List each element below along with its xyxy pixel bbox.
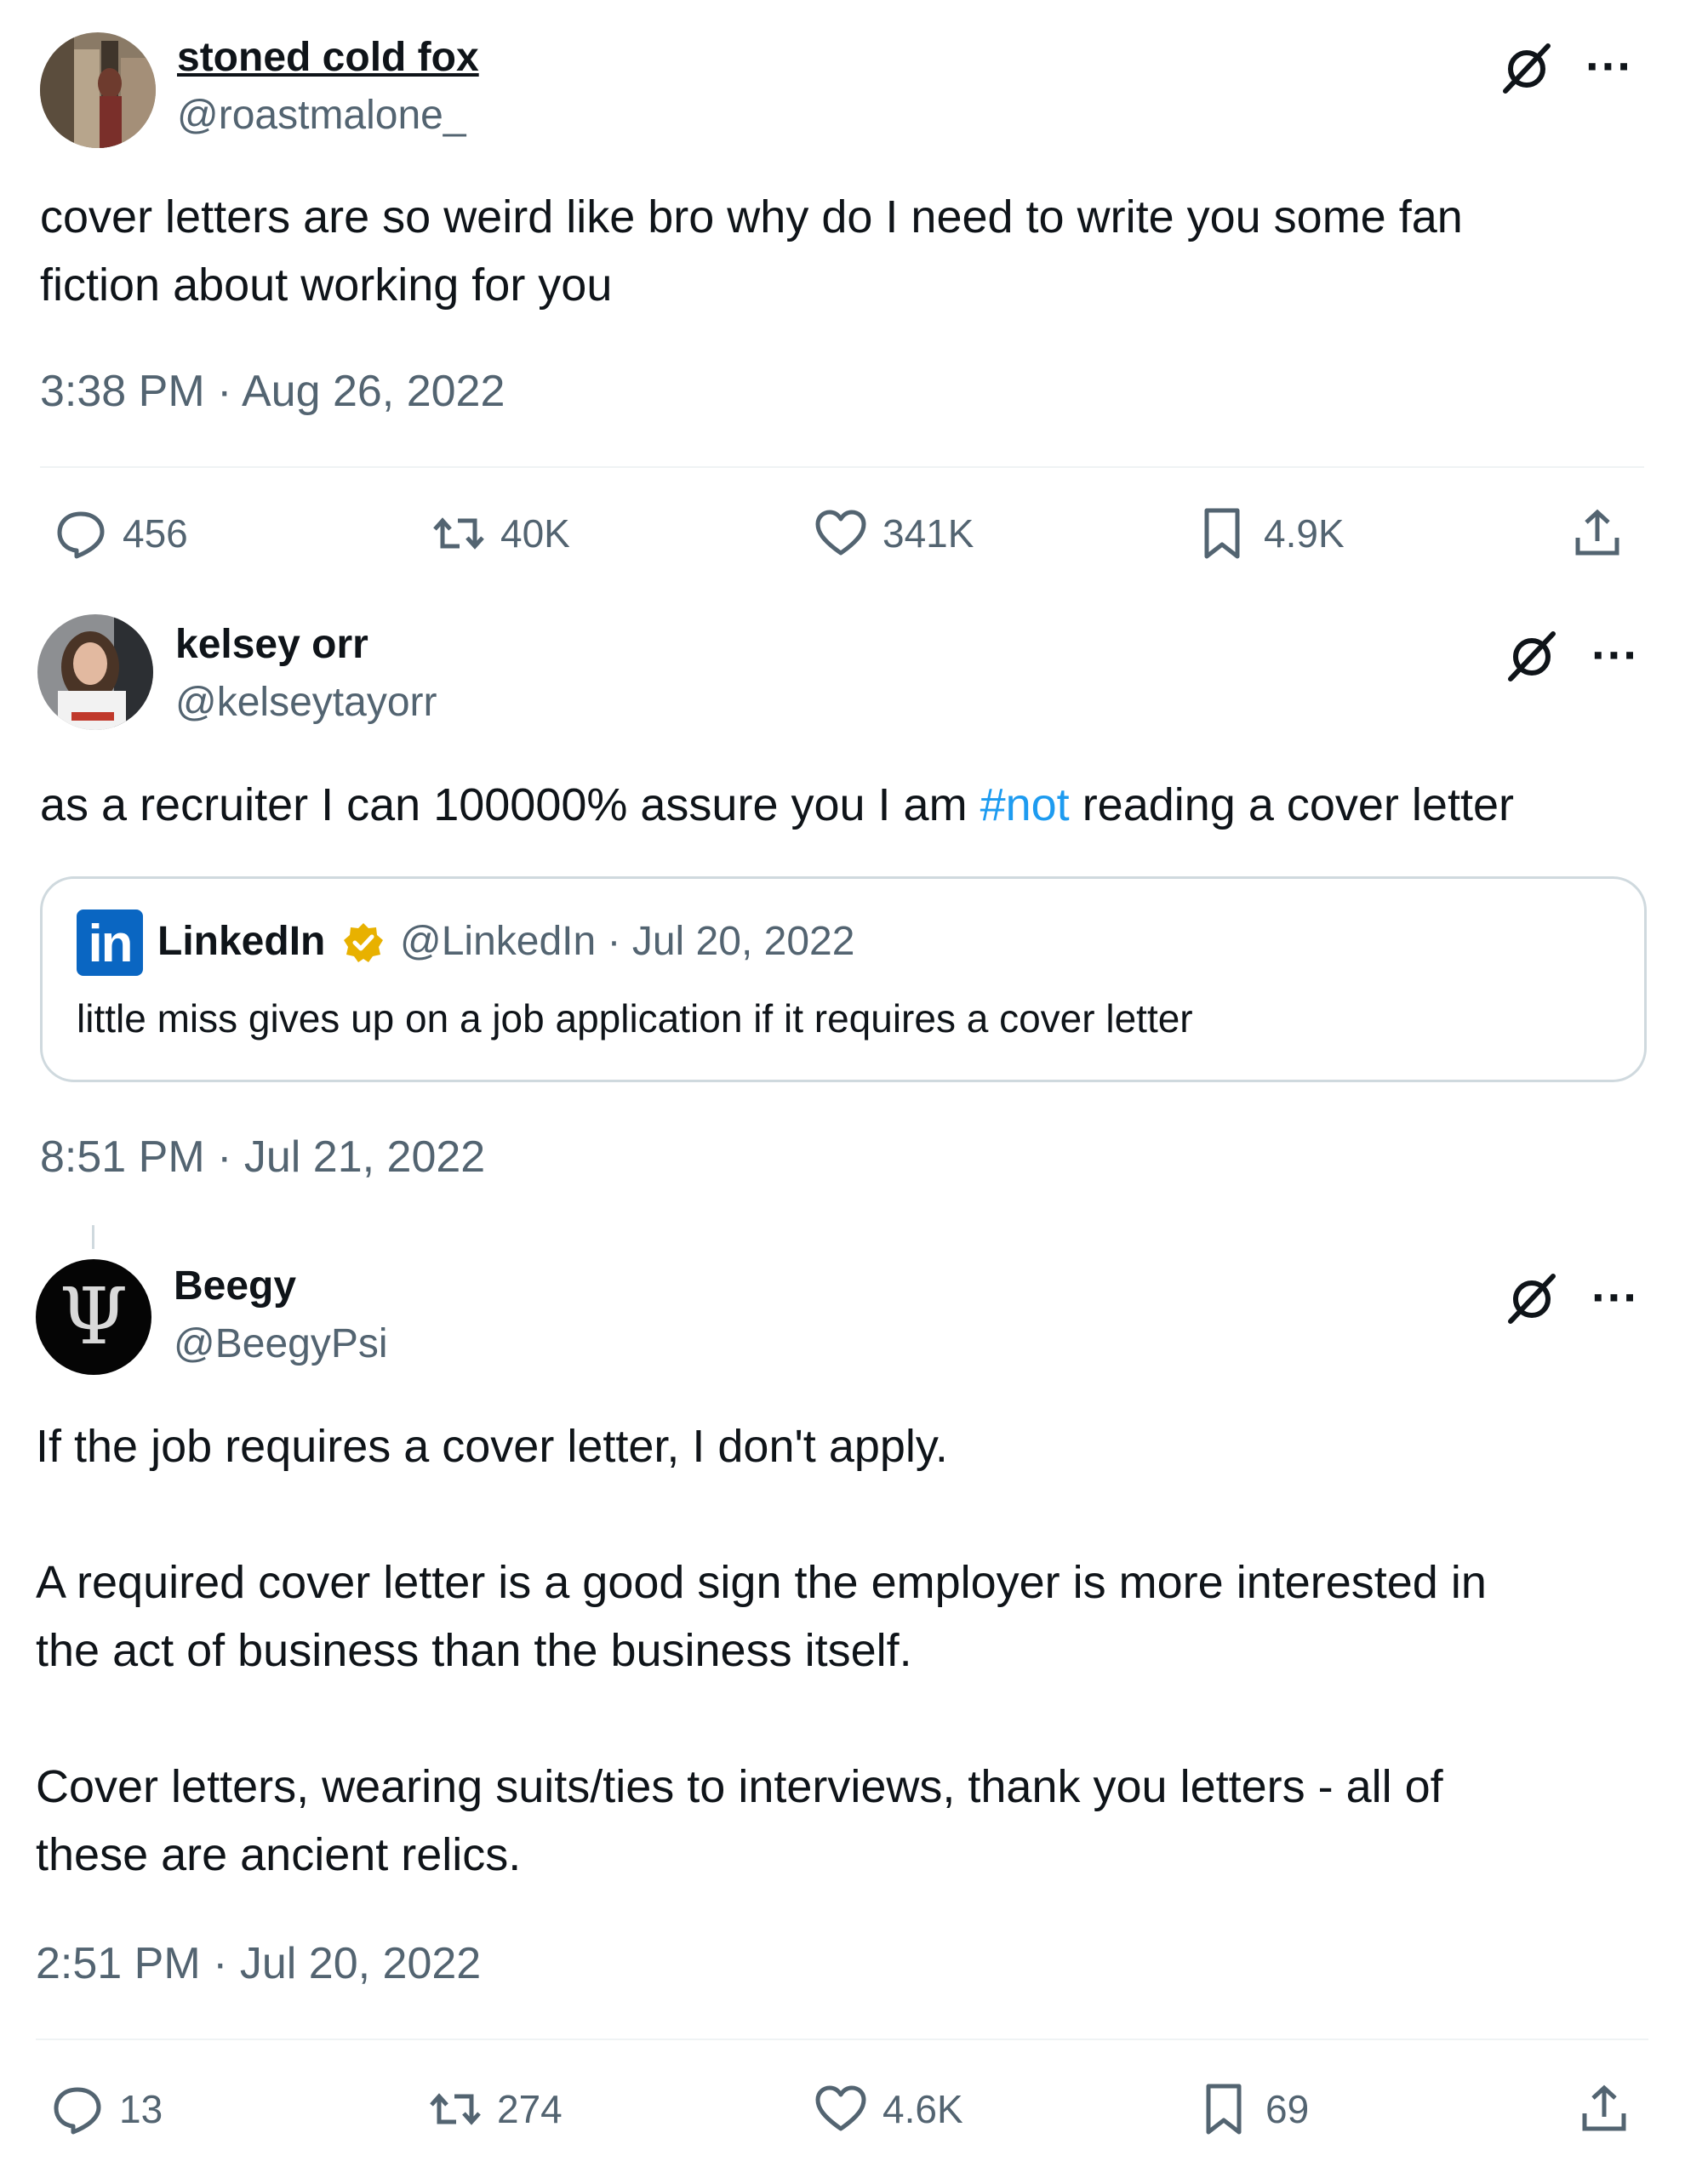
reply-button[interactable]: 456 bbox=[53, 505, 188, 562]
author-handle[interactable]: @BeegyPsi bbox=[174, 1320, 388, 1368]
retweet-count: 40K bbox=[500, 511, 570, 556]
speech-bubble-icon bbox=[54, 2087, 101, 2135]
slashed-circle-icon[interactable] bbox=[1502, 625, 1562, 685]
tweet-text-line: fiction about working for you bbox=[40, 259, 613, 311]
divider bbox=[40, 466, 1644, 468]
bookmark-count: 4.9K bbox=[1264, 511, 1345, 556]
tweet-text-blank bbox=[36, 1685, 1487, 1753]
slashed-circle-icon[interactable] bbox=[1497, 37, 1556, 97]
author-handle[interactable]: @roastmalone_ bbox=[177, 92, 466, 140]
retweet-arrows-icon bbox=[433, 517, 484, 550]
tweet-text-blank bbox=[36, 1480, 1487, 1548]
gold-verified-badge-icon bbox=[344, 923, 383, 962]
avatar-photo bbox=[40, 32, 156, 148]
hashtag-link[interactable]: #not bbox=[980, 779, 1070, 830]
tweet-text-line: If the job requires a cover letter, I do… bbox=[36, 1421, 948, 1472]
retweet-button[interactable]: 40K bbox=[431, 505, 570, 562]
more-options-button[interactable]: ··· bbox=[1585, 43, 1633, 90]
thread-connector bbox=[92, 1225, 94, 1249]
share-upload-icon bbox=[1575, 509, 1619, 556]
tweet-text-line: Cover letters, wearing suits/ties to int… bbox=[36, 1761, 1443, 1812]
quoted-tweet-card[interactable]: in LinkedIn @LinkedIn · Jul 20, 2022 lit… bbox=[40, 876, 1647, 1082]
like-count: 341K bbox=[882, 511, 974, 556]
heart-icon bbox=[815, 510, 866, 556]
quoted-meta: @LinkedIn · Jul 20, 2022 bbox=[400, 919, 855, 964]
linkedin-logo-icon: in bbox=[77, 910, 143, 976]
tweet-text-line: cover letters are so weird like bro why … bbox=[40, 191, 1463, 242]
divider bbox=[36, 2039, 1648, 2040]
more-options-button[interactable]: ··· bbox=[1591, 1274, 1639, 1321]
reply-button[interactable]: 13 bbox=[49, 2081, 163, 2137]
tweet-text: If the job requires a cover letter, I do… bbox=[36, 1412, 1487, 1889]
avatar-kelsey-orr[interactable] bbox=[37, 614, 153, 730]
bookmark-button[interactable]: 4.9K bbox=[1194, 505, 1345, 562]
quoted-text: little miss gives up on a job applicatio… bbox=[77, 996, 1193, 1041]
speech-bubble-icon bbox=[57, 511, 105, 559]
reply-count: 13 bbox=[119, 2087, 163, 2131]
author-name[interactable]: Beegy bbox=[174, 1263, 296, 1310]
like-button[interactable]: 341K bbox=[813, 505, 974, 562]
tweet-text: as a recruiter I can 100000% assure you … bbox=[40, 771, 1514, 839]
author-name[interactable]: stoned cold fox bbox=[177, 34, 479, 82]
tweet-text-line: the act of business than the business it… bbox=[36, 1625, 912, 1676]
tweet-text: cover letters are so weird like bro why … bbox=[40, 183, 1463, 319]
slashed-circle-icon[interactable] bbox=[1502, 1268, 1562, 1327]
tweet-timestamp[interactable]: 8:51 PM · Jul 21, 2022 bbox=[40, 1132, 485, 1183]
heart-icon bbox=[815, 2085, 866, 2131]
bookmark-icon bbox=[1204, 508, 1240, 559]
retweet-arrows-icon bbox=[430, 2093, 481, 2125]
tweet-timestamp[interactable]: 2:51 PM · Jul 20, 2022 bbox=[36, 1938, 481, 1989]
share-upload-icon bbox=[1582, 2084, 1626, 2131]
tweet-text-part: reading a cover letter bbox=[1069, 779, 1514, 830]
avatar-stoned-cold-fox[interactable] bbox=[40, 32, 156, 148]
reply-count: 456 bbox=[123, 511, 188, 556]
tweet-text-part: as a recruiter I can 100000% assure you … bbox=[40, 779, 980, 830]
more-options-button[interactable]: ··· bbox=[1591, 631, 1639, 679]
tweet-text-line: A required cover letter is a good sign t… bbox=[36, 1557, 1487, 1608]
tweet-timestamp[interactable]: 3:38 PM · Aug 26, 2022 bbox=[40, 366, 505, 417]
tweet-text-line: these are ancient relics. bbox=[36, 1829, 522, 1880]
like-button[interactable]: 4.6K bbox=[813, 2081, 963, 2137]
tweet-text-line: as a recruiter I can 100000% assure you … bbox=[40, 771, 1514, 839]
like-count: 4.6K bbox=[882, 2087, 963, 2131]
share-button[interactable] bbox=[1576, 2081, 1632, 2137]
linkedin-logo-text: in bbox=[88, 915, 133, 973]
avatar-beegy[interactable]: Ψ bbox=[36, 1259, 151, 1375]
retweet-button[interactable]: 274 bbox=[427, 2081, 563, 2137]
avatar-photo bbox=[37, 614, 153, 730]
share-button[interactable] bbox=[1569, 505, 1625, 562]
author-name[interactable]: kelsey orr bbox=[175, 621, 368, 669]
author-handle[interactable]: @kelseytayorr bbox=[175, 679, 437, 727]
retweet-count: 274 bbox=[497, 2087, 563, 2131]
bookmark-count: 69 bbox=[1265, 2087, 1310, 2131]
bookmark-icon bbox=[1206, 2084, 1242, 2135]
quoted-author-name: LinkedIn bbox=[157, 919, 326, 964]
psi-logo-icon: Ψ bbox=[59, 1271, 129, 1362]
bookmark-button[interactable]: 69 bbox=[1196, 2081, 1309, 2137]
